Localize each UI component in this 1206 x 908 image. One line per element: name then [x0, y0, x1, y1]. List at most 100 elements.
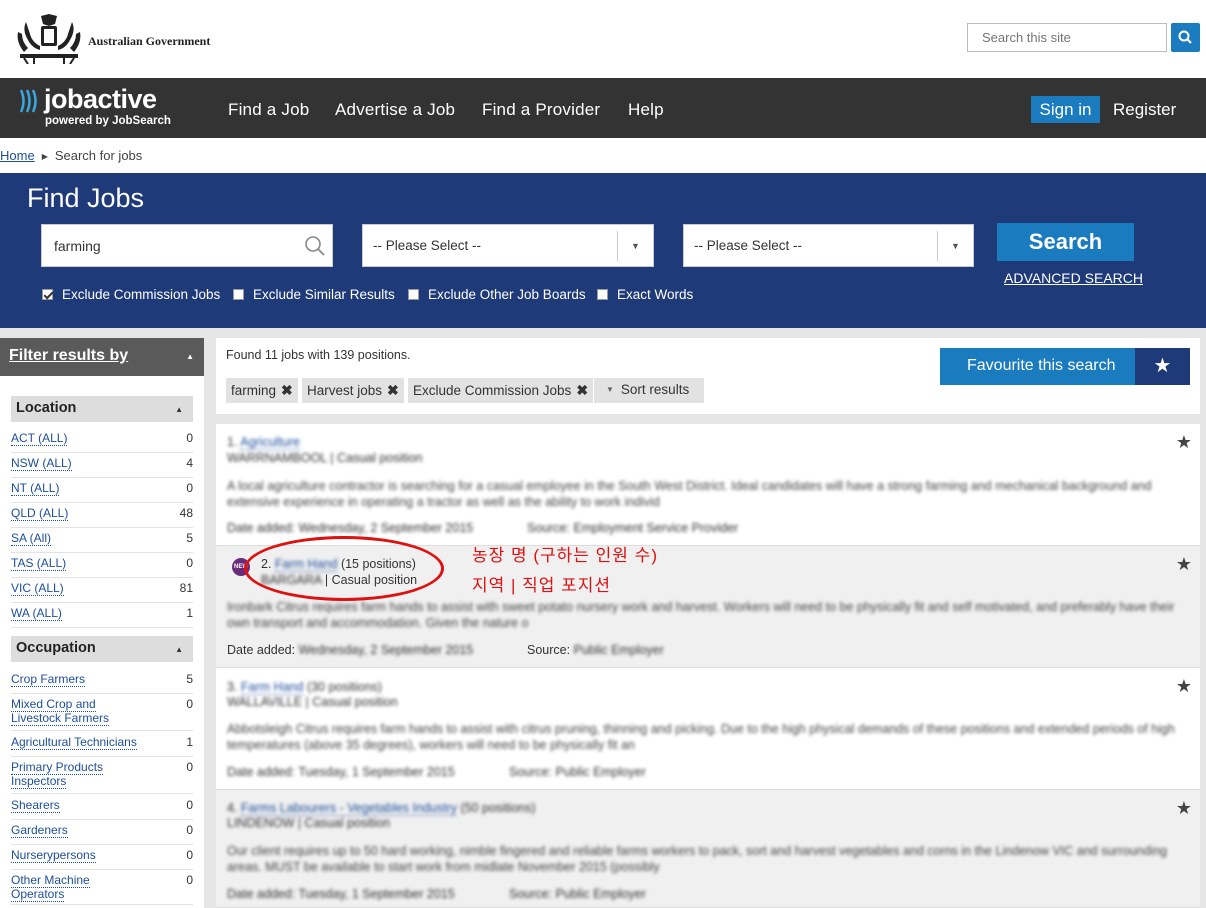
filter-count: 48 [179, 506, 193, 520]
job-location: LINDENOW | Casual position [227, 816, 391, 830]
job-positions: (50 positions) [460, 801, 536, 815]
favourite-star-icon[interactable]: ★ [1176, 798, 1192, 819]
filter-count: 5 [186, 531, 193, 545]
exclude-commission-checkbox[interactable]: Exclude Commission Jobs [42, 287, 220, 302]
filter-link[interactable]: Other Machine Operators [11, 873, 90, 902]
occupation-filter-item[interactable]: Gardeners 0 [11, 823, 193, 845]
job-number: 1. [227, 435, 238, 449]
job-result[interactable]: 4. Farms Labourers - Vegetables Industry… [216, 790, 1200, 908]
exclude-other-boards-checkbox[interactable]: Exclude Other Job Boards [408, 287, 586, 302]
tag-label: farming [231, 383, 277, 398]
filter-results-header[interactable]: Filter results by ▲ [0, 338, 204, 376]
exact-words-checkbox[interactable]: Exact Words [597, 287, 693, 302]
filter-count: 0 [186, 823, 193, 837]
site-search-button[interactable] [1171, 23, 1200, 52]
job-title-line: 1. Agriculture [227, 435, 300, 450]
category-select[interactable]: -- Please Select -- ▼ [683, 224, 974, 267]
job-date: Date added: Wednesday, 2 September 2015 [227, 521, 474, 535]
location-filter-item[interactable]: VIC (ALL) 81 [11, 581, 193, 603]
filter-count: 0 [186, 431, 193, 445]
job-meta: Date added: Tuesday, 1 September 2015 Sou… [227, 887, 646, 901]
location-select[interactable]: -- Please Select -- ▼ [362, 224, 654, 267]
favourite-search-button[interactable]: Favourite this search ★ [940, 348, 1190, 385]
annotation-circle [244, 536, 444, 601]
favourite-star-icon[interactable]: ★ [1176, 432, 1192, 453]
occupation-section-header[interactable]: Occupation ▲ [11, 636, 193, 662]
search-tag[interactable]: Harvest jobs ✖ [302, 378, 404, 403]
filter-link[interactable]: Crop Farmers [11, 672, 86, 687]
location-filter-item[interactable]: TAS (ALL) 0 [11, 556, 193, 578]
filter-link[interactable]: Primary Products Inspectors [11, 760, 104, 789]
filter-link[interactable]: WA (ALL) [11, 606, 62, 621]
filter-link[interactable]: NT (ALL) [11, 481, 60, 496]
keyword-input[interactable]: farming [41, 224, 333, 267]
logo-tagline: powered by JobSearch [45, 115, 171, 127]
collapse-icon: ▲ [186, 352, 194, 361]
location-filter-item[interactable]: SA (All) 5 [11, 531, 193, 553]
job-result[interactable]: 1. Agriculture WARRNAMBOOL | Casual posi… [216, 424, 1200, 546]
find-jobs-panel: Find Jobs farming -- Please Select -- ▼ -… [0, 173, 1206, 328]
site-search-input[interactable] [967, 23, 1167, 52]
job-result[interactable]: 3. Farm Hand (30 positions) WALLAVILLE |… [216, 668, 1200, 790]
chevron-down-icon: ▼ [937, 231, 973, 261]
filter-link[interactable]: Nurserypersons [11, 848, 96, 863]
search-tag[interactable]: farming ✖ [226, 378, 298, 403]
job-meta: Date added: Tuesday, 1 September 2015 Sou… [227, 765, 646, 779]
occupation-filter-item[interactable]: Crop Farmers 5 [11, 672, 193, 694]
job-title-line: 3. Farm Hand (30 positions) [227, 680, 382, 695]
sort-caret-icon: ▼ [606, 385, 614, 394]
occupation-filter-item[interactable]: Shearers 0 [11, 798, 193, 820]
filter-link[interactable]: NSW (ALL) [11, 456, 72, 471]
favourite-label: Favourite this search [967, 357, 1116, 374]
exclude-similar-checkbox[interactable]: Exclude Similar Results [233, 287, 395, 302]
nav-find-a-job[interactable]: Find a Job [228, 100, 309, 120]
remove-tag-icon[interactable]: ✖ [576, 382, 588, 398]
filter-link[interactable]: TAS (ALL) [11, 556, 67, 571]
filter-link[interactable]: Shearers [11, 798, 60, 813]
location-filter-item[interactable]: WA (ALL) 1 [11, 606, 193, 628]
search-tag[interactable]: Exclude Commission Jobs ✖ [408, 378, 594, 403]
search-icon [1178, 30, 1192, 44]
filter-link[interactable]: Mixed Crop and Livestock Farmers [11, 697, 110, 726]
keyword-search-icon [305, 236, 325, 256]
location-filter-item[interactable]: ACT (ALL) 0 [11, 431, 193, 453]
sort-results-button[interactable]: ▼ Sort results [594, 378, 704, 403]
filter-link[interactable]: SA (All) [11, 531, 52, 546]
favourite-star-icon[interactable]: ★ [1176, 676, 1192, 697]
occupation-filter-item[interactable]: Other Machine Operators 0 [11, 873, 193, 905]
coat-of-arms-icon [17, 14, 81, 64]
filter-link[interactable]: Agricultural Technicians [11, 735, 137, 750]
filter-link[interactable]: ACT (ALL) [11, 431, 68, 446]
job-title-link[interactable]: Farm Hand [240, 680, 304, 695]
checkbox-icon [597, 289, 608, 300]
filter-link[interactable]: Gardeners [11, 823, 68, 838]
nav-advertise-a-job[interactable]: Advertise a Job [335, 100, 455, 120]
occupation-filter-item[interactable]: Agricultural Technicians 1 [11, 735, 193, 757]
register-link[interactable]: Register [1113, 100, 1176, 120]
job-source-value: Public Employer [573, 643, 664, 657]
advanced-search-link[interactable]: ADVANCED SEARCH [1004, 270, 1143, 286]
location-filter-item[interactable]: NT (ALL) 0 [11, 481, 193, 503]
job-date: Wednesday, 2 September 2015 [298, 643, 474, 657]
location-filter-item[interactable]: NSW (ALL) 4 [11, 456, 193, 478]
location-filter-item[interactable]: QLD (ALL) 48 [11, 506, 193, 528]
search-button[interactable]: Search [997, 223, 1134, 261]
occupation-filter-item[interactable]: Nurserypersons 0 [11, 848, 193, 870]
job-title-link[interactable]: Agriculture [240, 435, 300, 450]
job-title-link[interactable]: Farms Labourers - Vegetables Industry [240, 801, 457, 816]
filter-link[interactable]: QLD (ALL) [11, 506, 69, 521]
job-description: Abbotsleigh Citrus requires farm hands t… [227, 722, 1175, 752]
location-section-header[interactable]: Location ▲ [11, 396, 193, 422]
occupation-filter-item[interactable]: Mixed Crop and Livestock Farmers 0 [11, 697, 193, 731]
remove-tag-icon[interactable]: ✖ [387, 382, 399, 398]
filter-link[interactable]: VIC (ALL) [11, 581, 64, 596]
filter-count: 0 [186, 481, 193, 495]
breadcrumb-home-link[interactable]: Home [0, 148, 35, 163]
favourite-star-icon[interactable]: ★ [1176, 554, 1192, 575]
job-results-list: 1. Agriculture WARRNAMBOOL | Casual posi… [216, 424, 1200, 908]
occupation-filter-item[interactable]: Primary Products Inspectors 0 [11, 760, 193, 794]
nav-find-a-provider[interactable]: Find a Provider [482, 100, 600, 120]
remove-tag-icon[interactable]: ✖ [281, 382, 293, 398]
nav-help[interactable]: Help [628, 100, 664, 120]
sign-in-button[interactable]: Sign in [1031, 96, 1100, 123]
